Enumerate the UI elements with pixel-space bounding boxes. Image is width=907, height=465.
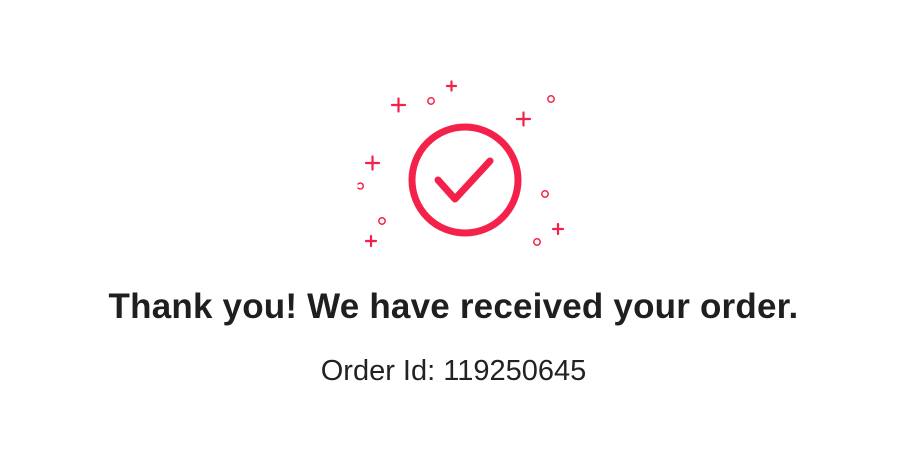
order-id-line: Order Id: 119250645 [0, 355, 907, 388]
check-circle-icon [408, 123, 522, 237]
confirmation-headline: Thank you! We have received your order. [108, 287, 799, 326]
order-id-value: 119250645 [443, 355, 587, 387]
confetti-decoration [357, 80, 565, 248]
order-id-label: Order Id: [320, 355, 436, 387]
order-confirmation-page: Thank you! We have received your order. … [0, 0, 907, 465]
success-illustration [357, 80, 565, 248]
